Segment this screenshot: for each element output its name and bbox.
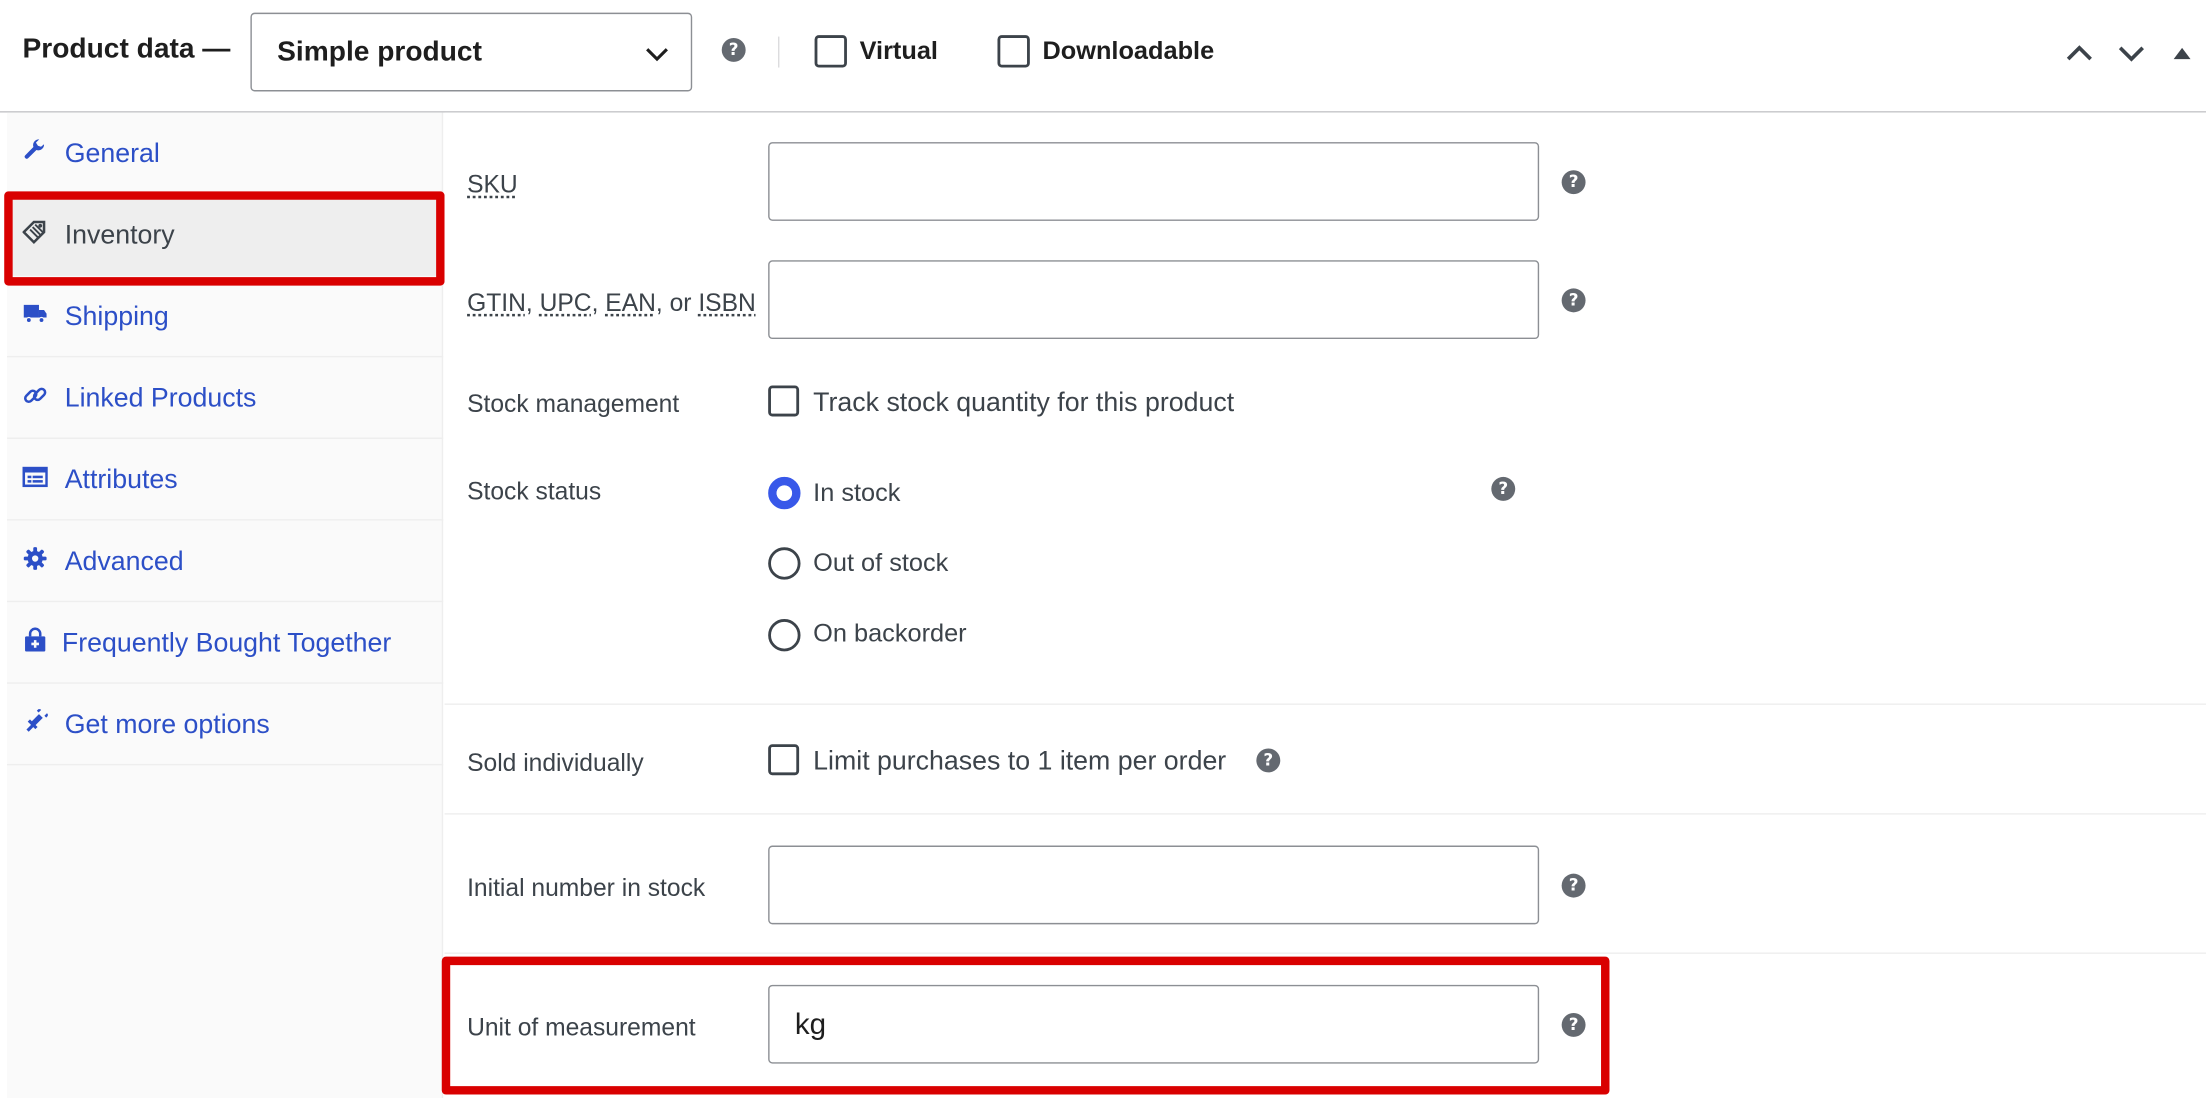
tab-get-more-options[interactable]: Get more options [7,684,443,766]
sold-individually-label: Sold individually [467,748,644,778]
link-icon [23,383,48,408]
inventory-panel: SKU ? GTIN, UPC, EAN, or ISBN ? Stock ma… [445,113,2206,1098]
product-type-value: Simple product [277,37,482,69]
chevron-down-icon [643,39,671,67]
move-down-icon[interactable] [2115,39,2149,67]
gtin-label: GTIN, UPC, EAN, or ISBN [467,288,756,318]
tab-shipping[interactable]: Shipping [7,276,443,358]
product-data-panel: Product data — Simple product ? Virtual … [0,0,2206,1098]
tab-attributes[interactable]: Attributes [7,439,443,521]
product-data-header: Product data — Simple product ? Virtual … [0,0,2206,113]
stock-status-backorder-label: On backorder [813,619,966,649]
stock-management-option-label: Track stock quantity for this product [813,388,1234,419]
plugin-icon [23,709,48,734]
tag-icon [23,219,48,244]
stock-status-outofstock-label: Out of stock [813,549,948,579]
tab-attributes-label: Attributes [65,466,178,497]
virtual-checkbox[interactable] [815,35,847,67]
sku-input[interactable] [768,142,1539,221]
initial-stock-input[interactable] [768,846,1539,925]
virtual-label: Virtual [860,37,938,67]
tab-inventory-label: Inventory [65,221,175,252]
truck-icon [23,301,48,326]
section-divider [445,952,2206,953]
move-up-icon[interactable] [2063,39,2097,67]
tab-frequently-bought-together-label: Frequently Bought Together [62,629,391,660]
unit-of-measurement-value: kg [795,1009,826,1043]
downloadable-label: Downloadable [1043,37,1215,67]
product-data-title: Product data — [23,34,231,66]
sold-individually-help-icon[interactable]: ? [1256,748,1280,772]
stock-management-checkbox[interactable] [768,385,799,416]
stock-status-label: Stock status [467,477,601,507]
wrench-icon [23,138,48,163]
stock-status-outofstock-radio[interactable] [768,547,800,579]
tab-inventory[interactable]: Inventory [7,194,443,276]
header-divider [778,37,779,68]
gear-icon [23,546,48,571]
tab-general-label: General [65,139,160,170]
tab-linked-products-label: Linked Products [65,384,257,415]
stock-status-backorder-radio[interactable] [768,619,800,651]
sold-individually-option-label: Limit purchases to 1 item per order [813,747,1226,778]
tab-linked-products[interactable]: Linked Products [7,357,443,439]
sku-label: SKU [467,170,518,200]
unit-of-measurement-help-icon[interactable]: ? [1562,1013,1586,1037]
initial-stock-label: Initial number in stock [467,874,705,904]
bag-plus-icon [23,627,48,652]
stock-status-instock-label: In stock [813,478,900,508]
stock-status-instock-radio[interactable] [768,477,800,509]
tab-advanced[interactable]: Advanced [7,521,443,603]
unit-of-measurement-label: Unit of measurement [467,1013,696,1043]
collapse-toggle-icon[interactable] [2168,39,2196,67]
tab-frequently-bought-together[interactable]: Frequently Bought Together [7,602,443,684]
product-data-tabs: General Inventory Shipping Linked Produc… [7,113,443,1098]
initial-stock-help-icon[interactable]: ? [1562,874,1586,898]
unit-of-measurement-input[interactable]: kg [768,985,1539,1064]
product-type-select[interactable]: Simple product [250,13,692,92]
stock-status-help-icon[interactable]: ? [1491,477,1515,501]
stock-management-label: Stock management [467,390,679,420]
gtin-help-icon[interactable]: ? [1562,288,1586,312]
tab-get-more-options-label: Get more options [65,710,270,741]
sku-help-icon[interactable]: ? [1562,170,1586,194]
section-divider [445,703,2206,704]
tab-advanced-label: Advanced [65,547,184,578]
list-icon [23,464,48,489]
section-divider [445,813,2206,814]
product-type-help-icon[interactable]: ? [722,38,746,62]
gtin-input[interactable] [768,260,1539,339]
tab-shipping-label: Shipping [65,302,169,333]
tab-general[interactable]: General [7,113,443,195]
downloadable-checkbox[interactable] [997,35,1029,67]
sold-individually-checkbox[interactable] [768,744,799,775]
